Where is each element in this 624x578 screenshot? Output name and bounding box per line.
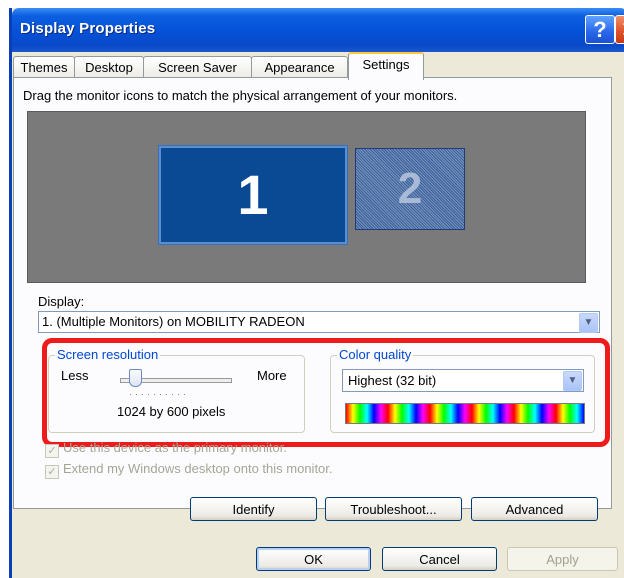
primary-monitor-label: Use this device as the primary monitor. — [63, 440, 287, 455]
display-dropdown-value: 1. (Multiple Monitors) on MOBILITY RADEO… — [42, 314, 305, 329]
cancel-button[interactable]: Cancel — [382, 547, 497, 571]
display-dropdown[interactable]: 1. (Multiple Monitors) on MOBILITY RADEO… — [38, 311, 600, 333]
ok-button[interactable]: OK — [256, 547, 371, 571]
primary-monitor-checkbox[interactable]: ✓ Use this device as the primary monitor. — [45, 440, 287, 458]
window-title: Display Properties — [20, 20, 156, 37]
apply-button[interactable]: Apply — [507, 547, 618, 571]
tab-screen-saver[interactable]: Screen Saver — [143, 56, 252, 78]
monitor-1-icon[interactable]: 1 — [158, 145, 348, 245]
chevron-down-icon[interactable]: ▼ — [579, 313, 598, 333]
close-button[interactable]: ✕ — [615, 15, 624, 44]
checkbox-check-icon: ✓ — [45, 465, 59, 479]
title-bar[interactable]: Display Properties ? ✕ — [12, 8, 624, 52]
monitor-2-icon[interactable]: 2 — [355, 148, 465, 230]
tab-themes[interactable]: Themes — [13, 56, 75, 78]
extend-desktop-checkbox[interactable]: ✓ Extend my Windows desktop onto this mon… — [45, 461, 333, 479]
highlight-annotation — [42, 338, 610, 447]
identify-button[interactable]: Identify — [190, 497, 317, 521]
monitor-2-number: 2 — [397, 164, 423, 213]
advanced-button[interactable]: Advanced — [471, 497, 598, 521]
help-button[interactable]: ? — [585, 15, 615, 44]
monitor-1-number: 1 — [237, 163, 269, 226]
extend-desktop-label: Extend my Windows desktop onto this moni… — [63, 461, 333, 476]
display-label: Display: — [38, 294, 85, 309]
tab-desktop[interactable]: Desktop — [74, 56, 144, 78]
checkbox-check-icon: ✓ — [45, 444, 59, 458]
tab-settings[interactable]: Settings — [348, 52, 424, 80]
troubleshoot-button[interactable]: Troubleshoot... — [325, 497, 462, 521]
monitor-arrangement-instruction: Drag the monitor icons to match the phys… — [23, 88, 458, 103]
tab-appearance[interactable]: Appearance — [251, 56, 348, 78]
